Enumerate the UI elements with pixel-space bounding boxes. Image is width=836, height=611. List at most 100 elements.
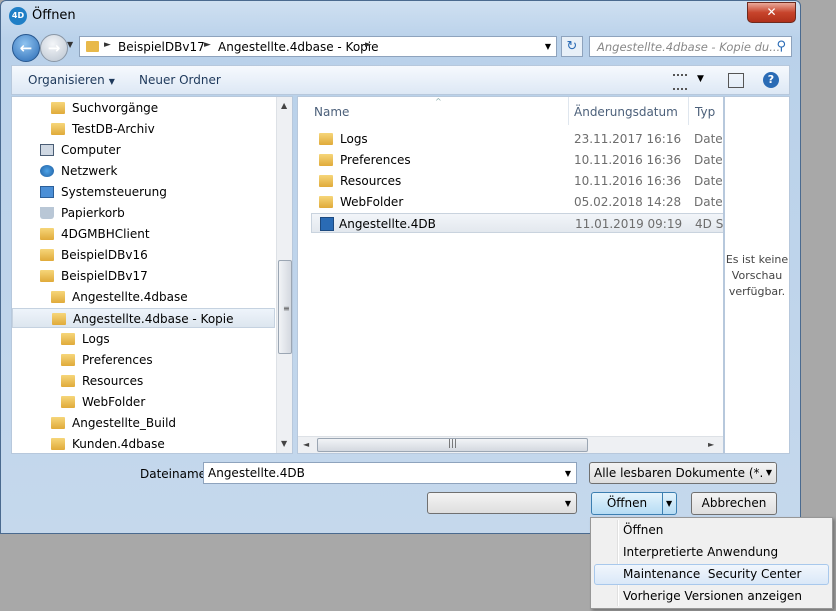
open-button-label[interactable]: Öffnen [592,496,662,510]
scroll-thumb[interactable]: ≡ [278,260,292,354]
file-name-cell: WebFolder [319,192,403,212]
file-horizontal-scrollbar[interactable]: ◄ ||| ► [298,436,723,453]
nav-item-label: Papierkorb [61,206,125,220]
nav-item-beispieldbv16[interactable]: BeispielDBv16 [40,245,148,265]
column-divider[interactable] [688,97,689,125]
file-type-filter-select[interactable]: Alle lesbaren Dokumente (*.4db ▼ [589,462,777,484]
menu-item-label: Öffnen [623,523,664,537]
search-icon[interactable]: ⚲ [776,39,786,54]
nav-item-angestellte-4dbase[interactable]: Angestellte.4dbase [51,287,188,307]
menu-item-interpretierte-anwendung[interactable]: Interpretierte Anwendung [594,542,829,563]
file-name: Preferences [340,153,411,167]
breadcrumb-separator-icon[interactable]: ► [365,40,372,50]
nav-item-angestellte-build[interactable]: Angestellte_Build [51,413,176,433]
organize-menu-button[interactable]: Organisieren ▼ [28,73,115,87]
nav-item-systemsteuerung[interactable]: Systemsteuerung [40,182,167,202]
chevron-down-icon[interactable]: ▼ [565,499,571,508]
nav-item-beispieldbv17[interactable]: BeispielDBv17 [40,266,148,286]
scroll-left-icon[interactable]: ◄ [303,440,309,449]
folder-icon [61,333,75,345]
forward-button[interactable]: → [40,34,68,62]
column-header-date[interactable]: Änderungsdatum [574,105,678,119]
scroll-down-icon[interactable]: ▼ [281,439,287,448]
nav-item-label: Netzwerk [61,164,118,178]
title-bar[interactable]: 4D Öffnen ✕ [1,1,800,31]
nav-vertical-scrollbar[interactable]: ▲ ≡ ▼ [276,97,292,453]
chevron-down-icon[interactable]: ▼ [666,499,672,508]
chevron-down-icon[interactable]: ▼ [762,463,776,483]
nav-item-label: Preferences [82,353,153,367]
folder-icon [51,438,65,450]
column-header-type[interactable]: Typ [695,105,715,119]
nav-item-resources[interactable]: Resources [61,371,143,391]
nav-item-kunden-4dbase[interactable]: Kunden.4dbase [51,434,165,453]
nav-item-preferences[interactable]: Preferences [61,350,153,370]
folder-icon [51,417,65,429]
cancel-button[interactable]: Abbrechen [691,492,777,515]
folder-icon [319,175,333,187]
menu-item-vorherige-versionen[interactable]: Vorherige Versionen anzeigen [594,586,829,607]
back-button[interactable]: ← [12,34,40,62]
file-row-webfolder[interactable]: WebFolder 05.02.2018 14:28 Dateio [311,192,723,212]
search-input[interactable]: Angestellte.4dbase - Kopie du... ⚲ [589,36,792,57]
close-button[interactable]: ✕ [747,2,796,23]
breadcrumb-angestellte-kopie[interactable]: Angestellte.4dbase - Kopie [218,40,379,54]
folder-icon [319,133,333,145]
folder-icon [51,123,65,135]
nav-item-computer[interactable]: Computer [40,140,121,160]
chevron-down-icon: ▼ [108,77,115,86]
filename-field[interactable]: Angestellte.4DB ▼ [203,462,577,484]
breadcrumb-beispieldbv17[interactable]: BeispielDBv17 [118,40,205,54]
folder-icon [40,249,54,261]
nav-item-netzwerk[interactable]: Netzwerk [40,161,117,181]
navigation-pane: Suchvorgänge TestDB-Archiv Computer Netz… [11,96,293,454]
command-bar: Organisieren ▼ Neuer Ordner ▼ ? [11,65,790,95]
scroll-up-icon[interactable]: ▲ [281,101,287,110]
nav-item-label: Angestellte_Build [72,416,177,430]
file-list-pane: ^ Name Änderungsdatum Typ Logs 23.11.201… [297,96,724,454]
refresh-icon[interactable]: ↻ [561,36,583,57]
file-type: Dateio [694,195,723,209]
folder-icon [86,41,99,52]
breadcrumb-separator-icon[interactable]: ► [104,40,111,50]
folder-icon [61,396,75,408]
chevron-down-icon[interactable]: ▼ [697,74,704,84]
options-select[interactable]: ▼ [427,492,577,514]
address-dropdown-icon[interactable]: ▼ [545,42,551,51]
recycle-bin-icon [40,207,54,219]
breadcrumb-separator-icon[interactable]: ► [204,40,211,50]
scroll-thumb[interactable]: ||| [317,438,588,452]
nav-item-4dgmbhclient[interactable]: 4DGMBHClient [40,224,150,244]
file-row-preferences[interactable]: Preferences 10.11.2016 16:36 Dateio [311,150,723,170]
open-split-button[interactable]: Öffnen ▼ [591,492,677,515]
folder-icon [319,196,333,208]
nav-item-testdb-archiv[interactable]: TestDB-Archiv [51,119,155,139]
file-type: Dateio [694,132,723,146]
file-row-angestellte-4db[interactable]: Angestellte.4DB 11.01.2019 09:19 4D Str [311,213,723,233]
column-header-name[interactable]: Name [314,105,349,119]
file-row-logs[interactable]: Logs 23.11.2017 16:16 Dateio [311,129,723,149]
scroll-right-icon[interactable]: ► [708,440,714,449]
file-date: 11.01.2019 09:19 [575,217,683,231]
chevron-down-icon[interactable]: ▼ [565,469,571,478]
column-divider[interactable] [568,97,569,125]
file-name: Angestellte.4DB [339,217,436,231]
recent-pages-dropdown[interactable]: ▼ [67,40,73,49]
new-folder-button[interactable]: Neuer Ordner [139,73,221,87]
file-date: 05.02.2018 14:28 [574,195,682,209]
nav-item-papierkorb[interactable]: Papierkorb [40,203,125,223]
nav-item-suchvorgaenge[interactable]: Suchvorgänge [51,98,158,118]
help-icon[interactable]: ? [763,72,779,88]
file-type: Dateio [694,153,723,167]
view-options-icon[interactable] [673,74,687,90]
file-row-resources[interactable]: Resources 10.11.2016 16:36 Dateio [311,171,723,191]
menu-item-maintenance-security-center[interactable]: Maintenance Security Center [594,564,829,585]
menu-item-oeffnen[interactable]: Öffnen [594,520,829,541]
menu-item-label: Vorherige Versionen anzeigen [623,589,802,603]
nav-item-angestellte-kopie[interactable]: Angestellte.4dbase - Kopie [12,308,275,328]
nav-item-webfolder[interactable]: WebFolder [61,392,145,412]
preview-pane-icon[interactable] [728,73,744,88]
control-panel-icon [40,186,54,198]
nav-item-logs[interactable]: Logs [61,329,110,349]
address-bar[interactable]: ► BeispielDBv17 ► Angestellte.4dbase - K… [79,36,557,57]
